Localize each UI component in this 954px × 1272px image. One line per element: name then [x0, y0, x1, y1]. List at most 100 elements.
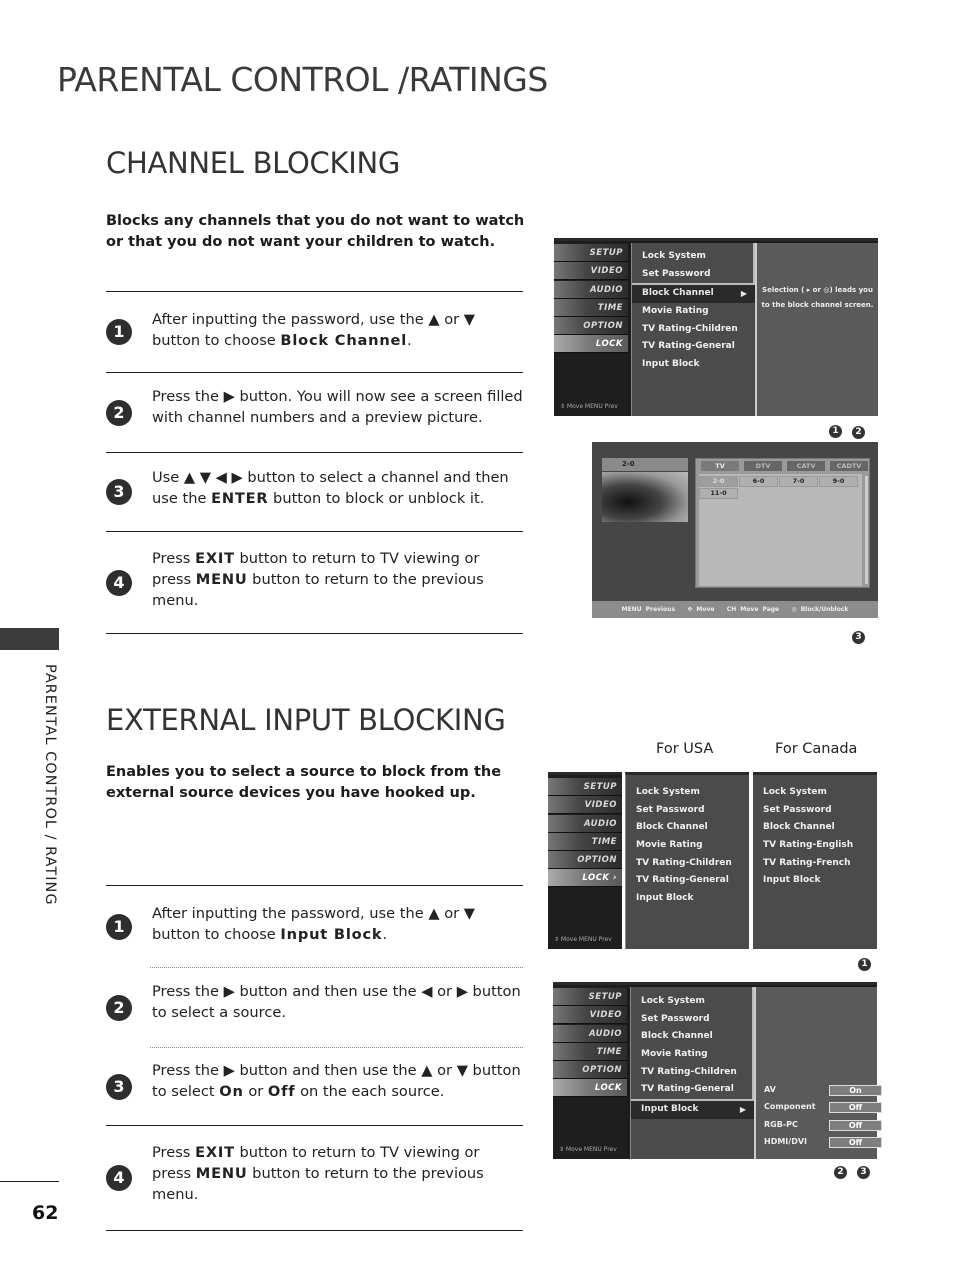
menu-item[interactable]: Set Password — [626, 802, 749, 820]
step-keyword: MENU — [195, 571, 248, 588]
help-panel: Selection ( ▸ or ◎) leads you to the blo… — [755, 243, 878, 416]
menu-item[interactable]: TV Rating-French — [753, 855, 877, 873]
tab-dtv[interactable]: DTV — [744, 461, 782, 471]
menu-item[interactable]: Input Block — [626, 890, 749, 908]
step-number-4: 4 — [106, 569, 132, 596]
channel-cell[interactable]: 7-0 — [779, 476, 818, 487]
channel-cell[interactable]: 11-0 — [699, 488, 738, 499]
submenu-top-box: Lock System Set Password Block Channel M… — [631, 987, 754, 1102]
step-text: Press the ▶ button. You will now see a s… — [152, 388, 523, 426]
external-input-blocking-title: EXTERNAL INPUT BLOCKING — [106, 703, 506, 737]
channel-cell[interactable]: 6-0 — [739, 476, 778, 487]
step-3: 3 Use ▲ ▼ ◀ ▶ button to select a channel… — [106, 453, 523, 531]
submenu-arrow-icon: ▶ — [739, 1105, 746, 1115]
menu-item[interactable]: Block Channel — [626, 819, 749, 837]
menu-item[interactable]: TV Rating-Children — [631, 1064, 752, 1082]
menu-item[interactable]: Block Channel — [753, 819, 877, 837]
menu-category[interactable]: AUDIO — [548, 814, 622, 833]
step-1: 1 After inputting the password, use the … — [106, 886, 523, 967]
step-number-3: 3 — [106, 1073, 132, 1100]
menu-item[interactable]: TV Rating-Children — [632, 321, 755, 339]
menu-item[interactable]: Set Password — [753, 802, 877, 820]
tab-tv[interactable]: TV — [701, 461, 739, 471]
menu-item[interactable]: Movie Rating — [626, 837, 749, 855]
menu-item-selected[interactable]: Block Channel ▶ — [632, 285, 755, 304]
preview-channel-label: 2-0 — [602, 458, 688, 471]
menu-item-selected[interactable]: Input Block ▶ — [631, 1101, 754, 1119]
menu-item[interactable]: Movie Rating — [631, 1046, 752, 1064]
menu-footer-hint: ⇕ Move MENU Prev — [554, 936, 612, 943]
page-number: 62 — [32, 1202, 59, 1224]
footer-move-hint: ✥ Move — [687, 606, 715, 613]
menu-category[interactable]: TIME — [553, 1042, 627, 1061]
step-keyword: MENU — [195, 1165, 248, 1182]
menu-category[interactable]: VIDEO — [553, 1006, 627, 1025]
channel-screen-footer: MENU Previous ✥ Move CH Move Page ◎ Bloc… — [592, 601, 878, 618]
source-toggle[interactable]: Off — [829, 1137, 882, 1148]
step-2: 2 Press the ▶ button and then use the ◀ … — [106, 968, 523, 1047]
menu-item[interactable]: Lock System — [753, 784, 877, 802]
menu-item[interactable]: Movie Rating — [632, 303, 755, 321]
callout-2: 2 — [852, 426, 865, 439]
menu-category[interactable]: TIME — [554, 298, 628, 317]
menu-item[interactable]: Input Block — [753, 872, 877, 890]
menu-item[interactable]: Block Channel — [631, 1028, 752, 1046]
source-toggle[interactable]: Off — [829, 1120, 882, 1131]
menu-item[interactable]: Lock System — [631, 993, 752, 1011]
step-text: button to block or unblock it. — [268, 490, 485, 507]
source-toggle[interactable]: On — [829, 1085, 882, 1096]
submenu-top-box: Lock System Set Password — [632, 243, 755, 286]
menu-item[interactable]: Set Password — [632, 266, 753, 284]
menu-category[interactable]: OPTION — [554, 317, 628, 336]
source-name: HDMI/DVI — [764, 1137, 808, 1146]
menu-category[interactable]: OPTION — [553, 1061, 627, 1080]
step-keyword: Block Channel — [280, 332, 408, 349]
source-row-rgb-pc: RGB-PC Off — [764, 1120, 882, 1131]
menu-item[interactable]: Input Block — [632, 356, 755, 374]
menu-item[interactable]: TV Rating-General — [631, 1081, 752, 1099]
step-text: Press the ▶ button and then use the ◀ or… — [152, 983, 521, 1021]
submenu-arrow-icon: ▶ — [740, 289, 747, 299]
menu-category-lock[interactable]: LOCK — [554, 335, 628, 354]
channel-cell[interactable]: 2-0 — [699, 476, 738, 487]
menu-item[interactable]: TV Rating-English — [753, 837, 877, 855]
menu-category[interactable]: SETUP — [554, 244, 628, 262]
menu-category[interactable]: VIDEO — [554, 262, 628, 281]
step-number-3: 3 — [106, 479, 132, 505]
menu-category[interactable]: AUDIO — [554, 280, 628, 299]
menu-category-column: SETUP VIDEO AUDIO TIME OPTION LOCK ⇕ Mov… — [554, 241, 628, 416]
step-number-1: 1 — [106, 913, 132, 940]
channel-blocking-steps: 1 After inputting the password, use the … — [106, 291, 523, 634]
step-number-2: 2 — [106, 994, 132, 1021]
menu-category[interactable]: AUDIO — [553, 1024, 627, 1043]
menu-item[interactable]: TV Rating-Children — [626, 855, 749, 873]
channel-cell[interactable]: 9-0 — [819, 476, 858, 487]
menu-item[interactable]: TV Rating-General — [626, 872, 749, 890]
menu-category[interactable]: VIDEO — [548, 796, 622, 815]
channel-grid: TV DTV CATV CADTV 2-0 6-0 7-0 9-0 11-0 — [695, 458, 870, 588]
menu-item[interactable]: Lock System — [632, 248, 753, 266]
tab-cadtv[interactable]: CADTV — [830, 461, 868, 471]
menu-category[interactable]: OPTION — [548, 851, 622, 870]
step-text: or — [243, 1083, 268, 1100]
footer-block-hint: ◎ Block/Unblock — [791, 606, 849, 613]
tab-catv[interactable]: CATV — [787, 461, 825, 471]
menu-item[interactable]: Lock System — [626, 784, 749, 802]
menu-item[interactable]: Set Password — [631, 1011, 752, 1029]
menu-category-lock[interactable]: LOCK › — [548, 869, 622, 888]
menu-category-lock[interactable]: LOCK — [553, 1079, 627, 1098]
menu-category-column: SETUP VIDEO AUDIO TIME OPTION LOCK ⇕ Mov… — [553, 985, 627, 1159]
menu-item[interactable]: TV Rating-General — [632, 338, 755, 356]
source-toggle[interactable]: Off — [829, 1102, 882, 1113]
step-2: 2 Press the ▶ button. You will now see a… — [106, 373, 523, 452]
menu-category[interactable]: SETUP — [548, 778, 622, 796]
external-input-intro: Enables you to select a source to block … — [106, 764, 502, 801]
step-keyword: ENTER — [211, 490, 269, 507]
footer-previous-hint: MENU Previous — [621, 606, 676, 613]
for-usa-label: For USA — [656, 741, 714, 757]
menu-category[interactable]: SETUP — [553, 988, 627, 1006]
callout-1: 1 — [858, 958, 871, 971]
channel-list-scrollbar[interactable] — [864, 475, 869, 585]
menu-category-column: SETUP VIDEO AUDIO TIME OPTION LOCK › ⇕ M… — [548, 772, 622, 949]
menu-category[interactable]: TIME — [548, 832, 622, 851]
